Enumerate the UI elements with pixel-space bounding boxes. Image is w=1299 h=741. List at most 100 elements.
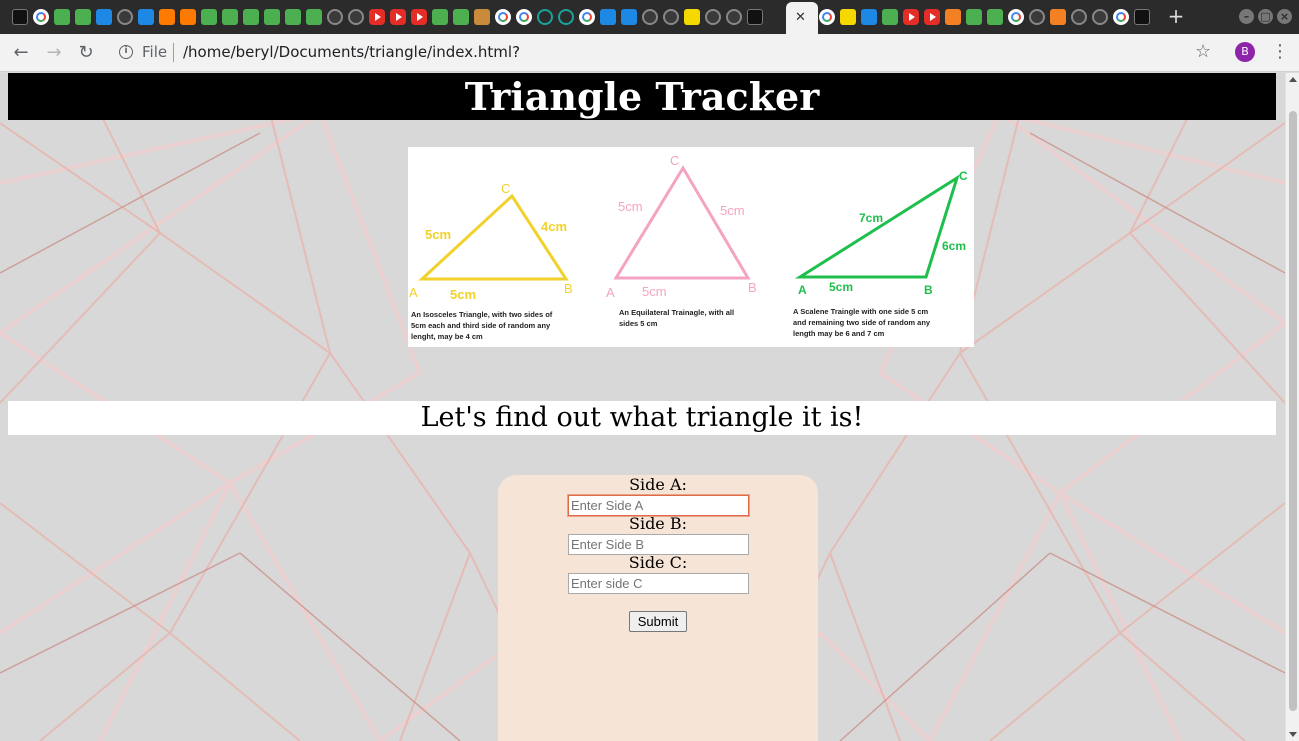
vertex-label: C <box>959 169 968 183</box>
cw-favicon-icon[interactable] <box>861 9 877 25</box>
youtube-favicon-icon[interactable] <box>903 9 919 25</box>
info-icon[interactable]: i <box>119 45 133 59</box>
google-favicon-icon[interactable] <box>1008 9 1024 25</box>
github-favicon-icon[interactable] <box>663 9 679 25</box>
profile-avatar[interactable]: B <box>1235 42 1255 62</box>
side-c-input[interactable] <box>568 573 749 594</box>
cw-favicon-icon[interactable] <box>138 9 154 25</box>
cw-favicon-icon[interactable] <box>600 9 616 25</box>
caption-line: An Equilateral Trainagle, with all <box>619 308 734 317</box>
page-viewport: Triangle Tracker C A B 5cm 4cm 5cm An Is… <box>0 73 1285 741</box>
wiki-favicon-icon[interactable] <box>474 9 490 25</box>
scroll-down-icon[interactable] <box>1289 732 1297 737</box>
w3-favicon-icon[interactable] <box>432 9 448 25</box>
github-favicon-icon[interactable] <box>642 9 658 25</box>
w3-favicon-icon[interactable] <box>882 9 898 25</box>
active-tab[interactable]: ✕ <box>786 2 818 34</box>
cs-favicon-icon[interactable] <box>159 9 175 25</box>
caption-line: An Isosceles Triangle, with two sides of <box>411 310 553 319</box>
submit-button[interactable]: Submit <box>629 611 687 632</box>
side-label: 5cm <box>618 199 643 214</box>
github-favicon-icon[interactable] <box>1071 9 1087 25</box>
chrome-green-favicon-icon[interactable] <box>201 9 217 25</box>
github-favicon-icon[interactable] <box>348 9 364 25</box>
side-label: 4cm <box>541 219 567 234</box>
youtube-favicon-icon[interactable] <box>390 9 406 25</box>
url-scheme: File <box>142 43 168 61</box>
github-favicon-icon[interactable] <box>1092 9 1108 25</box>
w3-favicon-icon[interactable] <box>285 9 301 25</box>
caption-line: 5cm each and third side of random any <box>411 321 551 330</box>
google-favicon-icon[interactable] <box>819 9 835 25</box>
github-favicon-icon[interactable] <box>705 9 721 25</box>
side-label: 7cm <box>859 211 883 225</box>
youtube-favicon-icon[interactable] <box>411 9 427 25</box>
github-favicon-icon[interactable] <box>1029 9 1045 25</box>
side-a-label: Side A: <box>629 475 687 494</box>
tab-close-icon[interactable]: ✕ <box>795 9 806 27</box>
triangle-form: Side A: Side B: Side C: Submit <box>498 475 818 741</box>
vertex-label: B <box>748 280 757 295</box>
w3-favicon-icon[interactable] <box>54 9 70 25</box>
triangle-types-image: C A B 5cm 4cm 5cm An Isosceles Triangle,… <box>408 147 974 347</box>
vertex-label: A <box>798 283 807 297</box>
w3-favicon-icon[interactable] <box>75 9 91 25</box>
github-favicon-icon[interactable] <box>726 9 742 25</box>
cw-favicon-icon[interactable] <box>621 9 637 25</box>
penguin-favicon-icon[interactable] <box>1134 9 1150 25</box>
caption-line: lenght, may be 4 cm <box>411 332 483 341</box>
side-b-input[interactable] <box>568 534 749 555</box>
w3-favicon-icon[interactable] <box>987 9 1003 25</box>
minimize-icon[interactable]: – <box>1239 9 1254 24</box>
reload-icon[interactable]: ↻ <box>75 42 97 64</box>
scroll-up-icon[interactable] <box>1289 77 1297 82</box>
w3-favicon-icon[interactable] <box>453 9 469 25</box>
page-subheading: Let's find out what triangle it is! <box>8 401 1276 435</box>
forward-arrow-icon[interactable]: → <box>43 42 65 64</box>
vertex-label: A <box>409 285 418 300</box>
vertical-scrollbar[interactable] <box>1285 73 1299 741</box>
youtube-favicon-icon[interactable] <box>924 9 940 25</box>
question-favicon-icon[interactable] <box>96 9 112 25</box>
dark-favicon-icon[interactable] <box>747 9 763 25</box>
scalene-triangle: C A B 7cm 6cm 5cm A Scalene Traingle wit… <box>793 169 968 338</box>
caption-line: sides 5 cm <box>619 319 658 328</box>
google-favicon-icon[interactable] <box>495 9 511 25</box>
side-a-input[interactable] <box>567 494 750 517</box>
google-favicon-icon[interactable] <box>33 9 49 25</box>
youtube-favicon-icon[interactable] <box>369 9 385 25</box>
address-bar[interactable]: /home/beryl/Documents/triangle/index.htm… <box>183 43 520 61</box>
side-label: 5cm <box>425 227 451 242</box>
stackoverflow-favicon-icon[interactable] <box>1050 9 1066 25</box>
google-favicon-icon[interactable] <box>516 9 532 25</box>
kebab-menu-icon[interactable]: ⋮ <box>1271 40 1289 64</box>
ring-favicon-icon[interactable] <box>558 9 574 25</box>
w3-favicon-icon[interactable] <box>966 9 982 25</box>
w3-favicon-icon[interactable] <box>243 9 259 25</box>
github-favicon-icon[interactable] <box>327 9 343 25</box>
tab-strip: ✕ + – □ × <box>0 0 1299 34</box>
w3-favicon-icon[interactable] <box>264 9 280 25</box>
bookmark-star-icon[interactable]: ☆ <box>1195 41 1211 62</box>
vertex-label: B <box>564 281 573 296</box>
cs-favicon-icon[interactable] <box>180 9 196 25</box>
warning-favicon-icon[interactable] <box>684 9 700 25</box>
google-favicon-icon[interactable] <box>1113 9 1129 25</box>
side-label: 5cm <box>642 284 667 299</box>
vertex-label: A <box>606 285 615 300</box>
github-favicon-icon[interactable] <box>117 9 133 25</box>
close-window-icon[interactable]: × <box>1277 9 1292 24</box>
stackoverflow-favicon-icon[interactable] <box>945 9 961 25</box>
w3-favicon-icon[interactable] <box>306 9 322 25</box>
isosceles-triangle: C A B 5cm 4cm 5cm An Isosceles Triangle,… <box>409 181 573 341</box>
ghost-favicon-icon[interactable] <box>12 9 28 25</box>
new-tab-button[interactable]: + <box>1166 5 1186 27</box>
google-favicon-icon[interactable] <box>579 9 595 25</box>
scroll-thumb[interactable] <box>1289 111 1297 711</box>
back-arrow-icon[interactable]: ← <box>10 42 32 64</box>
ring-favicon-icon[interactable] <box>537 9 553 25</box>
equilateral-triangle: C A B 5cm 5cm 5cm An Equilateral Trainag… <box>606 153 757 328</box>
maximize-icon[interactable]: □ <box>1258 9 1273 24</box>
w3-favicon-icon[interactable] <box>222 9 238 25</box>
yellow-favicon-icon[interactable] <box>840 9 856 25</box>
